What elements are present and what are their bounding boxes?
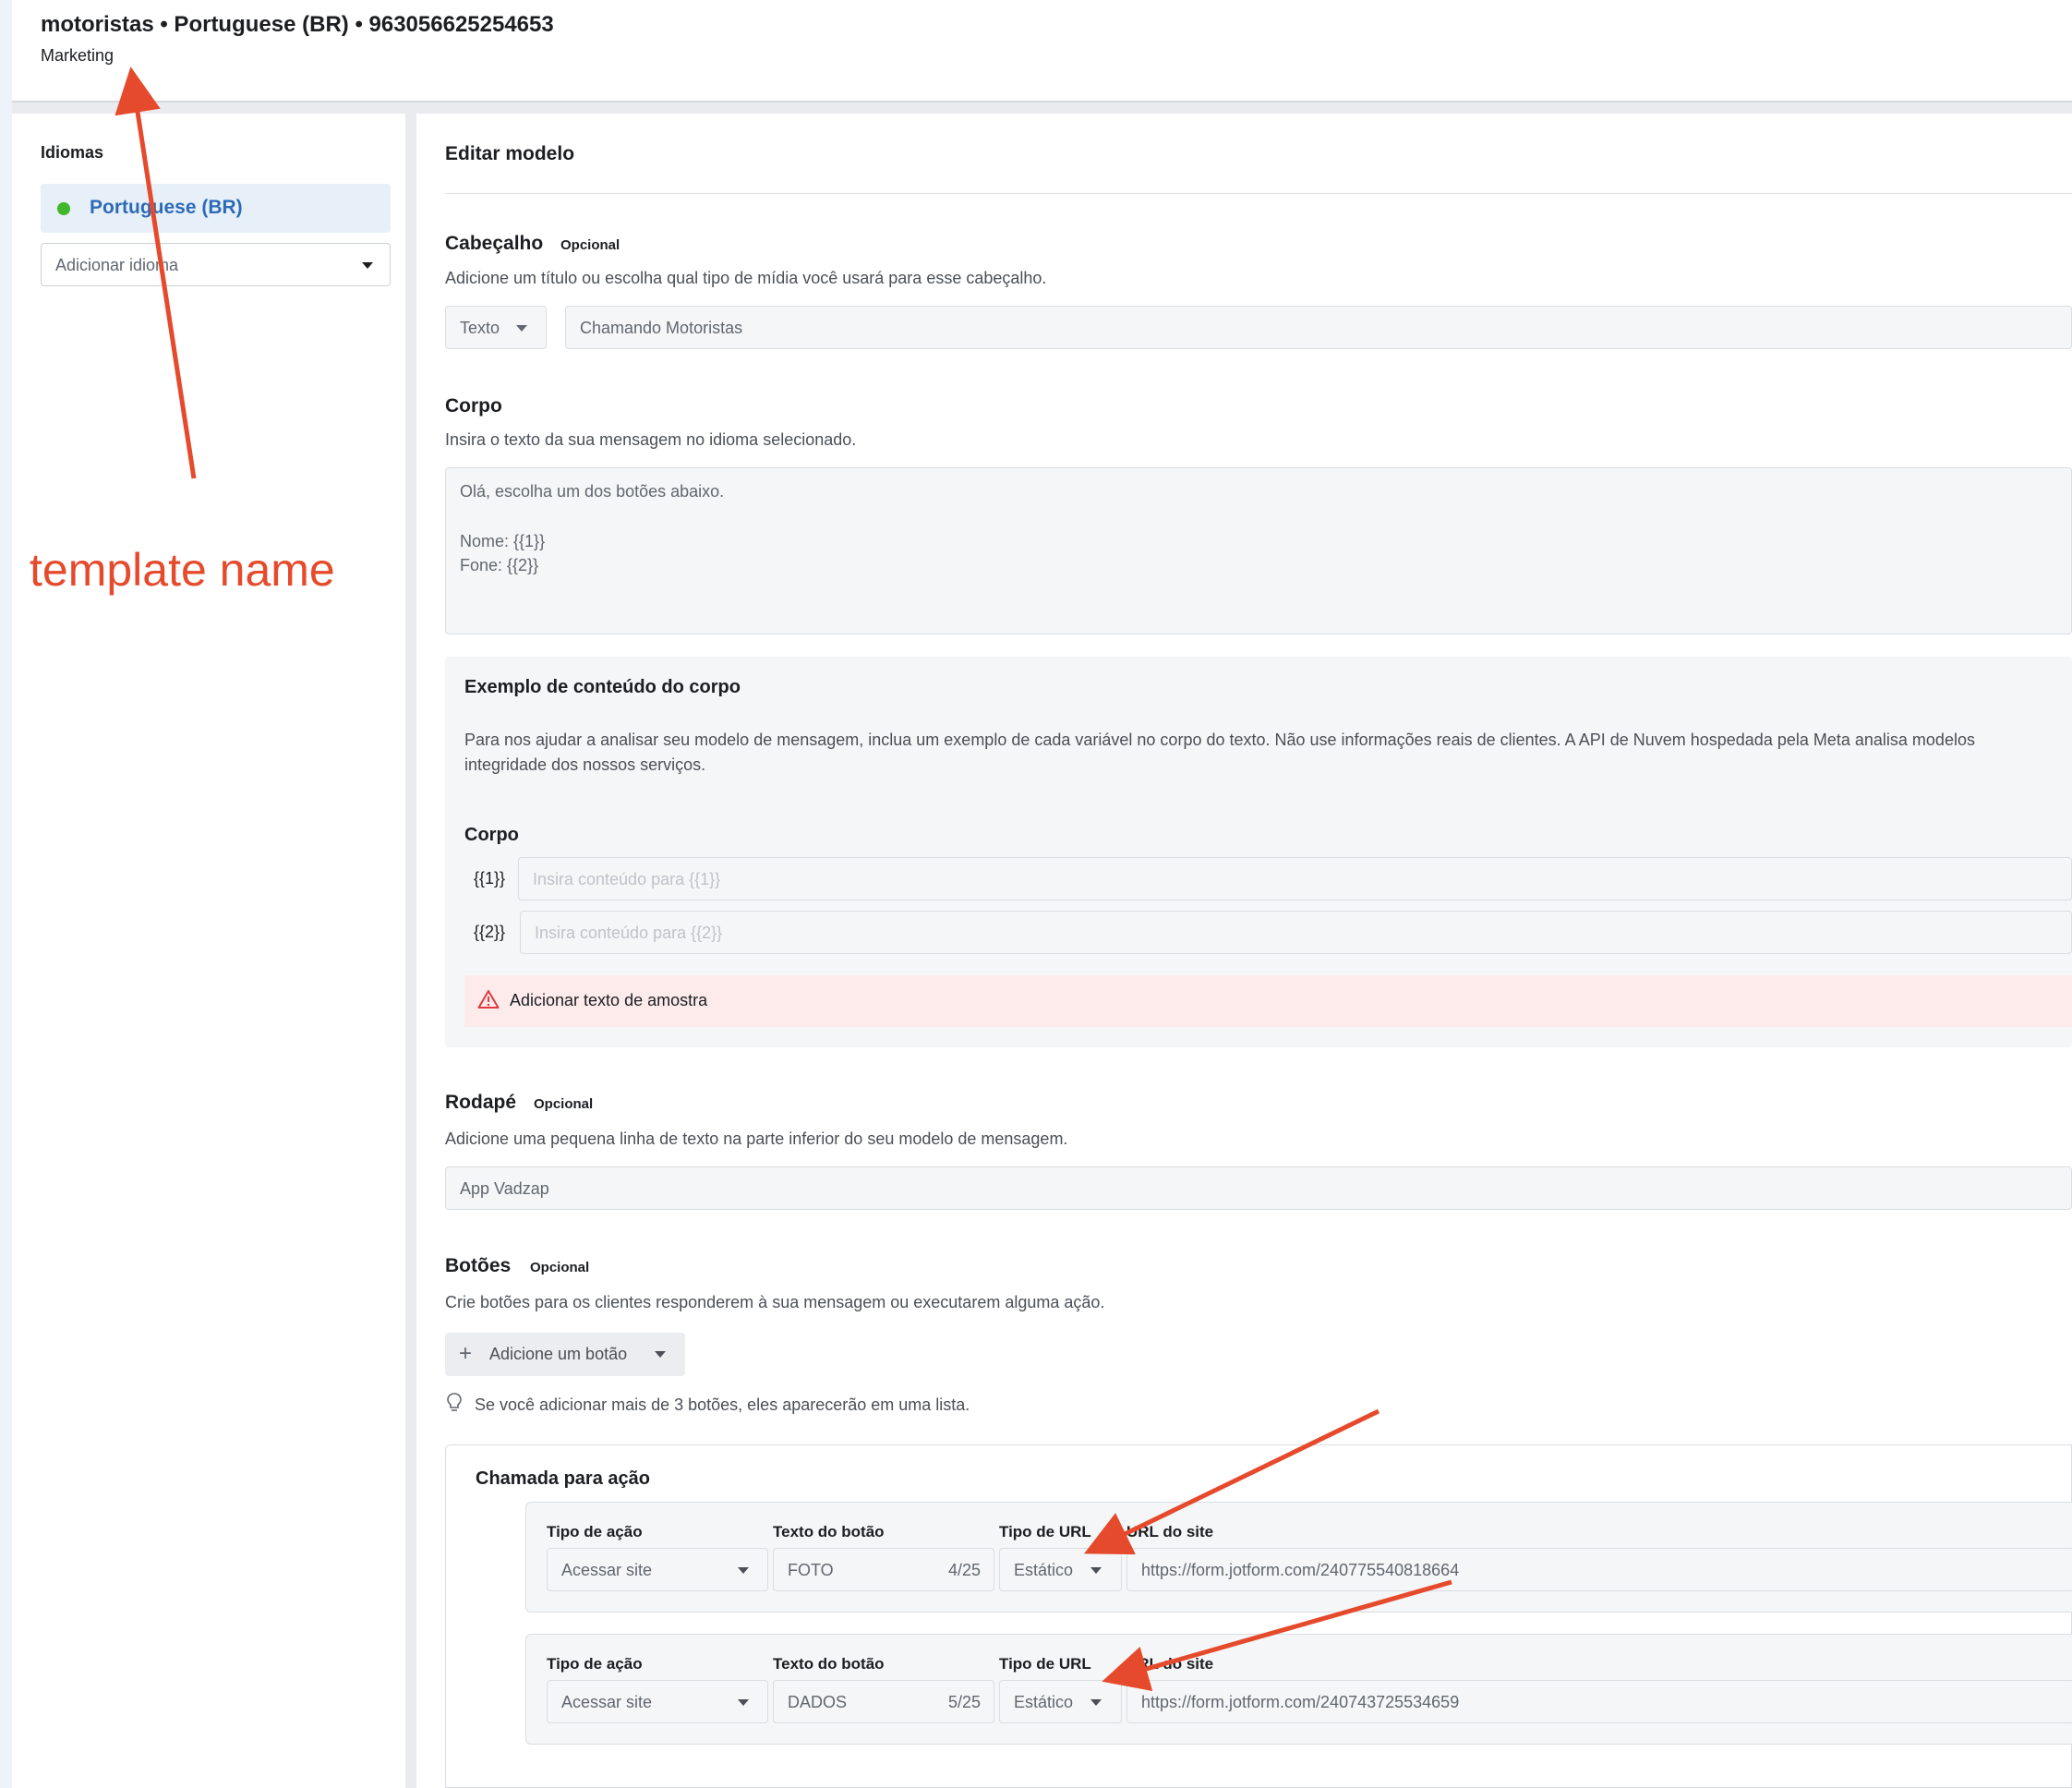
site-url-input[interactable]: https://form.jotform.com/240743725534659 — [1126, 1680, 2072, 1723]
languages-sidebar: Idiomas Portuguese (BR) Adicionar idioma — [12, 114, 405, 1788]
header-description: Adicione um título ou escolha qual tipo … — [445, 269, 1047, 287]
body-textarea[interactable]: Olá, escolha um dos botões abaixo. Nome:… — [445, 467, 2072, 634]
lightbulb-icon — [447, 1393, 462, 1411]
header-section-title: Cabeçalho — [445, 233, 544, 254]
add-language-placeholder: Adicionar idioma — [55, 256, 179, 274]
caret-down-icon — [738, 1567, 749, 1574]
col-header-button-text: Texto do botão — [773, 1523, 885, 1540]
warning-text: Adicionar texto de amostra — [510, 991, 708, 1009]
caret-down-icon — [1090, 1699, 1102, 1706]
header-text-value: Chamando Motoristas — [580, 319, 743, 337]
body-example-box: Exemplo de conteúdo do corpo Para nos aj… — [445, 657, 2072, 1047]
caret-down-icon — [738, 1699, 749, 1706]
status-dot-icon — [57, 202, 70, 215]
caret-down-icon — [516, 325, 527, 332]
cta-row: Tipo de ação Texto do botão Tipo de URL … — [525, 1502, 2072, 1613]
add-language-select[interactable]: Adicionar idioma — [41, 243, 391, 286]
body-section-title: Corpo — [445, 395, 502, 417]
url-type-value: Estático — [1014, 1561, 1074, 1579]
editor-title: Editar modelo — [445, 143, 575, 164]
template-category: Marketing — [41, 46, 114, 65]
url-type-select[interactable]: Estático — [999, 1680, 1122, 1723]
variable-input-1[interactable]: Insira conteúdo para {{1}} — [518, 857, 2072, 900]
footer-text-input[interactable]: App Vadzap — [445, 1166, 2072, 1210]
button-text-value: DADOS — [788, 1693, 848, 1711]
footer-text-value: App Vadzap — [460, 1179, 549, 1198]
col-header-site-url: URL do site — [1126, 1523, 1214, 1540]
action-type-value: Acessar site — [561, 1561, 653, 1579]
example-description-line1: Para nos ajudar a analisar seu modelo de… — [464, 731, 1975, 749]
editor-panel: Editar modelo Cabeçalho Opcional Adicion… — [416, 114, 2072, 1788]
add-button-label: Adicione um botão — [489, 1345, 628, 1363]
variable-input-2[interactable]: Insira conteúdo para {{2}} — [520, 911, 2072, 954]
col-header-button-text: Texto do botão — [773, 1655, 885, 1673]
example-title: Exemplo de conteúdo do corpo — [464, 677, 741, 697]
char-counter: 4/25 — [947, 1561, 981, 1579]
warning-banner: Adicionar texto de amostra — [464, 975, 2072, 1027]
url-type-select[interactable]: Estático — [999, 1548, 1122, 1591]
body-line-3: Nome: {{1}} — [460, 532, 546, 550]
example-body-label: Corpo — [464, 825, 519, 845]
col-header-url-type: Tipo de URL — [999, 1655, 1091, 1673]
caret-down-icon — [655, 1351, 666, 1358]
example-description-line2: integridade dos nossos serviços. — [464, 755, 706, 774]
variable-label-1: {{1}} — [474, 869, 506, 888]
divider — [445, 193, 2072, 194]
buttons-description: Crie botões para os clientes responderem… — [445, 1293, 1105, 1311]
body-line-4: Fone: {{2}} — [460, 556, 539, 574]
call-to-action-box: Chamada para ação Tipo de ação Texto do … — [445, 1444, 2072, 1788]
variable-label-2: {{2}} — [474, 923, 506, 941]
variable-placeholder-2: Insira conteúdo para {{2}} — [535, 924, 723, 942]
site-url-input[interactable]: https://form.jotform.com/240775540818664 — [1126, 1548, 2072, 1591]
body-description: Insira o texto da sua mensagem no idioma… — [445, 430, 857, 449]
cta-row: Tipo de ação Texto do botão Tipo de URL … — [525, 1634, 2072, 1745]
caret-down-icon — [362, 262, 373, 269]
col-header-action-type: Tipo de ação — [547, 1655, 643, 1673]
header-optional-label: Opcional — [560, 237, 620, 253]
char-counter: 5/25 — [947, 1693, 981, 1711]
header-text-input[interactable]: Chamando Motoristas — [565, 306, 2072, 349]
header-type-select[interactable]: Texto — [445, 306, 547, 349]
action-type-value: Acessar site — [561, 1693, 653, 1711]
left-edge-strip — [0, 0, 12, 1788]
col-header-site-url: URL do site — [1126, 1655, 1214, 1673]
languages-label: Idiomas — [41, 143, 104, 162]
footer-optional-label: Opcional — [534, 1096, 594, 1112]
template-title: motoristas • Portuguese (BR) • 963056625… — [41, 12, 554, 37]
footer-section-title: Rodapé — [445, 1092, 517, 1113]
plus-icon: + — [459, 1341, 473, 1366]
col-header-action-type: Tipo de ação — [547, 1523, 643, 1540]
button-text-value: FOTO — [788, 1561, 834, 1579]
language-label: Portuguese (BR) — [90, 197, 243, 218]
buttons-optional-label: Opcional — [530, 1260, 590, 1275]
warning-icon — [477, 990, 500, 1009]
site-url-value: https://form.jotform.com/240743725534659 — [1141, 1693, 1460, 1711]
button-text-input[interactable]: DADOS 5/25 — [773, 1680, 994, 1723]
action-type-select[interactable]: Acessar site — [547, 1680, 768, 1723]
variable-placeholder-1: Insira conteúdo para {{1}} — [533, 870, 721, 888]
buttons-section-title: Botões — [445, 1255, 512, 1276]
footer-description: Adicione uma pequena linha de texto na p… — [445, 1130, 1068, 1148]
caret-down-icon — [1090, 1567, 1102, 1574]
sidebar-item-language[interactable]: Portuguese (BR) — [41, 184, 391, 233]
buttons-tip: Se você adicionar mais de 3 botões, eles… — [475, 1395, 970, 1414]
action-type-select[interactable]: Acessar site — [547, 1548, 768, 1591]
site-url-value: https://form.jotform.com/240775540818664 — [1141, 1561, 1460, 1579]
url-type-value: Estático — [1014, 1693, 1074, 1711]
cta-title: Chamada para ação — [476, 1468, 650, 1489]
header-type-value: Texto — [460, 319, 500, 337]
button-text-input[interactable]: FOTO 4/25 — [773, 1548, 994, 1591]
col-header-url-type: Tipo de URL — [999, 1523, 1091, 1540]
page-header: motoristas • Portuguese (BR) • 963056625… — [12, 0, 2072, 103]
annotation-label: template name — [30, 544, 335, 596]
body-line-1: Olá, escolha um dos botões abaixo. — [460, 482, 725, 501]
add-button-dropdown[interactable]: + Adicione um botão — [445, 1333, 685, 1376]
